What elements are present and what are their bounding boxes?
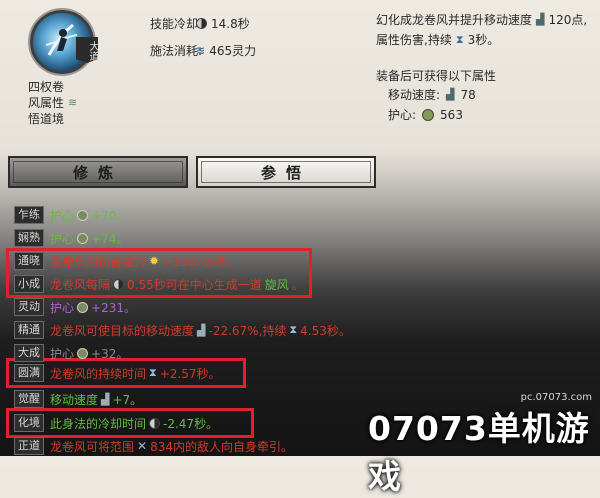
tier-tag: 觉醒 <box>14 390 44 408</box>
tier-tag: 化境 <box>14 414 44 432</box>
tier-tag: 娴熟 <box>14 229 44 247</box>
cost-text: 465灵力 <box>209 44 257 58</box>
tier-tag: 通晓 <box>14 252 44 270</box>
desc-line-2-value: 3秒。 <box>467 33 500 47</box>
sun-icon: ✹ <box>149 254 160 268</box>
cooldown-icon <box>149 417 161 429</box>
desc-line-1-text: 幻化成龙卷风并提升移动速度 <box>376 13 533 27</box>
cost-label: 施法消耗: <box>150 44 203 58</box>
watermark-brand: 07073单机游戏 <box>368 409 590 496</box>
tier-effect: 护心 +70。 <box>50 208 129 223</box>
equip-guard-value: 563 <box>440 107 463 122</box>
heart-icon <box>77 209 89 221</box>
tab-comprehend[interactable]: 参悟 <box>196 156 376 188</box>
cooldown-value: 14.8秒 <box>196 15 250 32</box>
tier-effect: 龙卷风的伤害威力 ✹ +15072/秒。 <box>50 254 239 269</box>
boot-icon: ▟ <box>446 88 455 101</box>
boot-icon: ▟ <box>197 323 206 337</box>
tier-row: 精通 龙卷风可使目标的移动速度 ▟ -22.67%,持续 ⧗ 4.53秒。 <box>14 319 351 341</box>
hourglass-icon: ⧗ <box>149 366 157 379</box>
tier-row: 娴熟 护心 +74。 <box>14 227 128 249</box>
wind-icon: ≋ <box>68 96 78 109</box>
desc-line-1-value: 120点, <box>548 13 588 27</box>
desc-line-1: 幻化成龙卷风并提升移动速度 ▟ 120点, <box>376 11 587 28</box>
equip-speed-label: 移动速度: <box>388 88 441 102</box>
tier-effect: 护心 +74。 <box>50 231 129 246</box>
hourglass-icon: ⧗ <box>289 323 298 336</box>
realm-badge: 大道 <box>76 37 98 63</box>
tier-row: 正道 龙卷风可将范围 ✕ 834内的敌人向自身牵引。 <box>14 435 293 457</box>
tier-tag: 大成 <box>14 344 44 362</box>
equip-guard-label: 护心: <box>388 108 417 122</box>
spirit-icon: ≋ <box>196 44 206 57</box>
heart-icon <box>77 347 89 359</box>
tier-row: 通晓 龙卷风的伤害威力 ✹ +15072/秒。 <box>14 250 238 272</box>
boot-icon: ▟ <box>536 13 545 26</box>
tier-row: 灵动 护心 +231。 <box>14 296 136 318</box>
tornado-figure-icon <box>45 23 78 56</box>
desc-line-2-text: 属性伤害,持续 <box>376 33 452 47</box>
skill-element: 风属性 ≋ <box>28 94 77 111</box>
cooldown-icon <box>113 278 125 290</box>
equip-speed: 移动速度: ▟ 78 <box>388 86 476 103</box>
cost-value: ≋ 465灵力 <box>196 42 256 59</box>
guard-icon <box>422 108 435 121</box>
cooldown-text: 14.8秒 <box>211 17 250 31</box>
equip-title: 装备后可获得以下属性 <box>376 69 497 83</box>
tier-tag: 正道 <box>14 437 44 455</box>
boot-icon: ▟ <box>101 392 110 406</box>
tier-effect: 移动速度 ▟ +7。 <box>50 392 143 407</box>
cooldown-icon <box>196 18 207 29</box>
skill-scroll: 四权卷 <box>28 80 65 94</box>
tier-tag: 精通 <box>14 321 44 339</box>
equip-speed-value: 78 <box>460 87 476 102</box>
tier-effect: 龙卷风可使目标的移动速度 ▟ -22.67%,持续 ⧗ 4.53秒。 <box>50 323 351 338</box>
tier-effect: 龙卷风每隔 0.55秒可在中心生成一道 旋风。 <box>50 277 304 292</box>
tier-row: 化境 此身法的冷却时间 -2.47秒。 <box>14 412 218 434</box>
crossed-arrows-icon: ✕ <box>137 439 148 453</box>
tier-row: 大成 护心 +32。 <box>14 342 128 364</box>
tab-cultivate[interactable]: 修炼 <box>8 156 188 188</box>
tier-effect: 此身法的冷却时间 -2.47秒。 <box>50 416 219 431</box>
element-text: 风属性 <box>28 96 65 110</box>
tab-comprehend-label: 参悟 <box>260 163 311 182</box>
tier-tag: 圆满 <box>14 364 44 382</box>
tier-tag: 乍练 <box>14 206 44 224</box>
tier-row: 小成 龙卷风每隔 0.55秒可在中心生成一道 旋风。 <box>14 273 304 295</box>
tier-row: 圆满 龙卷风的持续时间 ⧗ +2.57秒。 <box>14 362 221 384</box>
skill-realm: 悟道境 <box>28 112 65 126</box>
tier-effect: 龙卷风可将范围 ✕ 834内的敌人向自身牵引。 <box>50 439 293 454</box>
tier-tag: 小成 <box>14 275 44 293</box>
tier-effect: 护心 +32。 <box>50 346 129 361</box>
tab-cultivate-label: 修炼 <box>72 163 123 182</box>
desc-line-2: 属性伤害,持续 ⧗ 3秒。 <box>376 31 499 48</box>
heart-icon <box>77 232 89 244</box>
tier-row: 乍练 护心 +70。 <box>14 204 128 226</box>
tier-effect: 龙卷风的持续时间 ⧗ +2.57秒。 <box>50 366 221 381</box>
tier-row: 觉醒 移动速度 ▟ +7。 <box>14 388 142 410</box>
tier-effect: 护心 +231。 <box>50 300 136 315</box>
heart-icon <box>77 301 89 313</box>
cooldown-label: 技能冷却: <box>150 17 203 31</box>
equip-guard: 护心: 563 <box>388 106 463 123</box>
tier-tag: 灵动 <box>14 298 44 316</box>
hourglass-icon: ⧗ <box>455 32 464 46</box>
